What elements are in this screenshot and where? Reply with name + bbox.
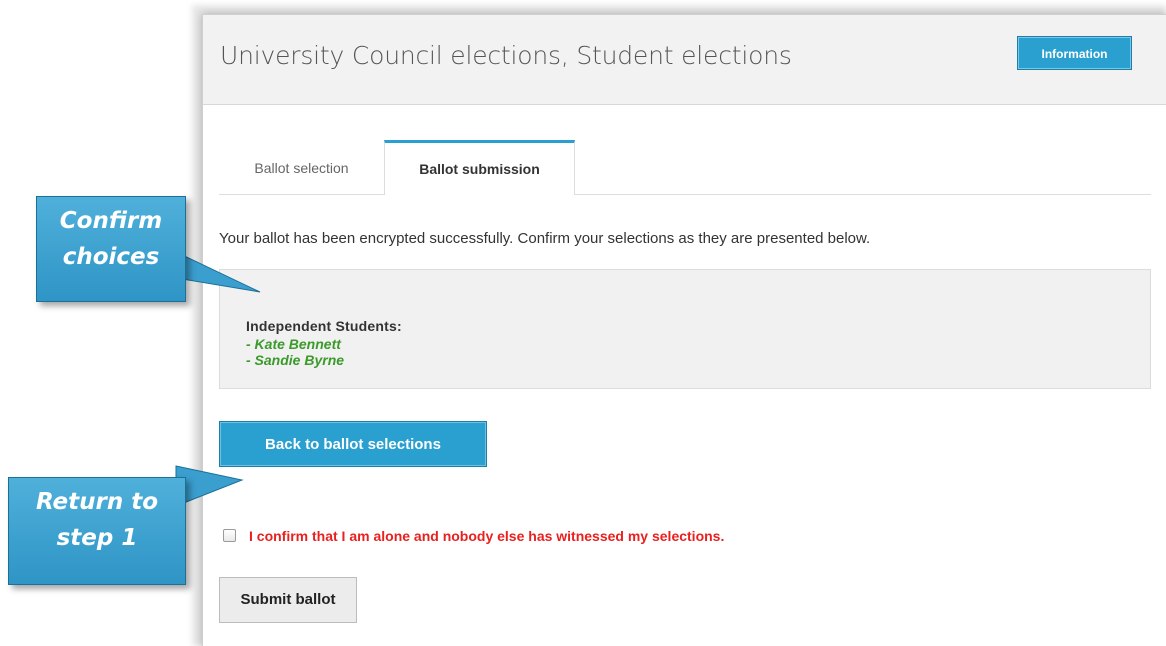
- callout-text-line: Return to: [35, 489, 159, 515]
- screenshot-stage: University Council elections, Student el…: [0, 0, 1166, 646]
- callout-text-line: Confirm: [59, 208, 163, 234]
- callout-text-line: choices: [62, 244, 160, 270]
- return-to-step-1-callout: Return to step 1: [8, 477, 186, 585]
- confirm-choices-callout: Confirm choices: [36, 196, 186, 302]
- callout-text-line: step 1: [56, 525, 138, 551]
